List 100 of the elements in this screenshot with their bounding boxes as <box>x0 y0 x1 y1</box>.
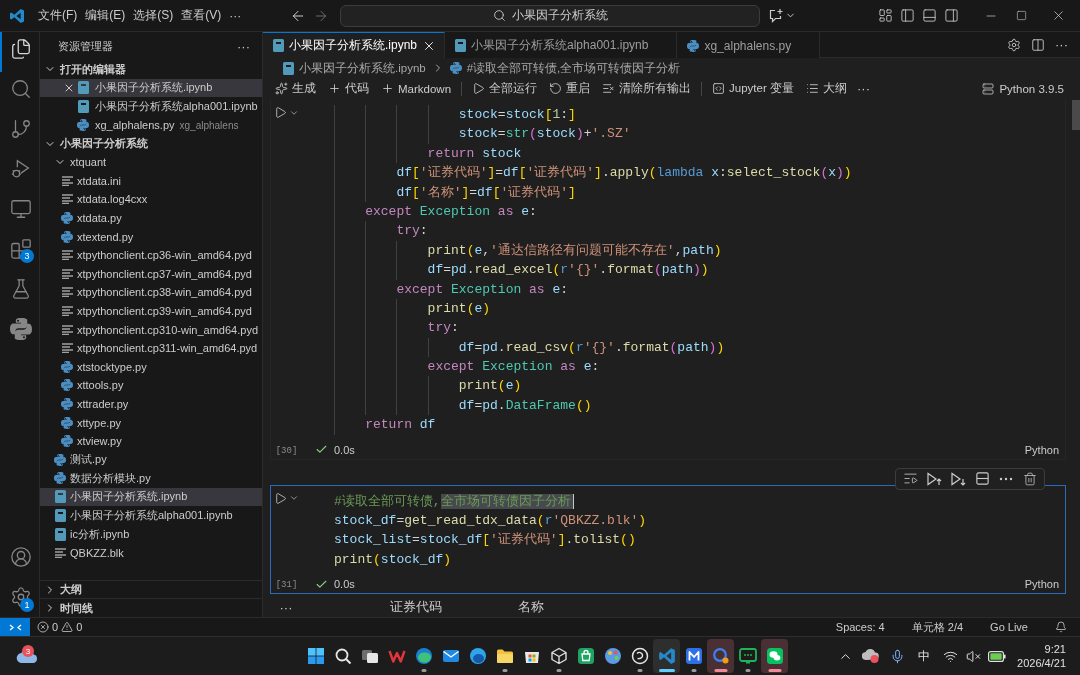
notebook-file-icon <box>77 81 89 95</box>
notebook-file-icon <box>54 527 66 541</box>
more-actions-button[interactable]: ··· <box>853 81 874 96</box>
toolbar-button[interactable]: 清除所有输出 <box>596 78 698 99</box>
toolbar-button[interactable]: Jupyter 变量 <box>706 78 800 99</box>
panel-bottom-icon[interactable] <box>921 8 937 23</box>
file-item[interactable]: xttype.py <box>40 413 262 432</box>
section-header[interactable]: 打开的编辑器 <box>40 60 262 79</box>
play-down-arrow-icon[interactable] <box>950 470 966 487</box>
open-editor-item[interactable]: 小果因子分析系统alpha001.ipynb <box>40 97 262 116</box>
more-icon[interactable] <box>999 476 1013 481</box>
file-item[interactable]: xtdata.py <box>40 208 262 228</box>
menu-item[interactable]: 编辑(E) <box>81 4 130 27</box>
panel-left-icon[interactable] <box>899 8 915 23</box>
folder-item[interactable]: xtquant <box>40 152 262 172</box>
taskbar-app-button[interactable] <box>653 639 680 673</box>
menu-item[interactable]: 选择(S) <box>129 4 178 27</box>
file-item[interactable]: xtpythonclient.cp310-win_amd64.pyd <box>40 320 262 339</box>
toolbar-button[interactable]: 生成 <box>269 78 322 99</box>
search-field[interactable]: 小果因子分析系统 <box>340 4 760 27</box>
toolbar-button[interactable]: 代码 <box>322 78 375 99</box>
open-editor-item[interactable]: xg_alphalens.py xg_alphalens <box>40 115 262 135</box>
file-item[interactable]: xtpythonclient.cp38-win_amd64.pyd <box>40 283 262 302</box>
file-item[interactable]: xtdata.ini <box>40 171 262 191</box>
file-item[interactable]: xtstocktype.py <box>40 357 262 377</box>
scrollbar-thumb[interactable] <box>1072 100 1080 130</box>
clock-time[interactable]: 9:21 <box>1044 642 1066 656</box>
code-line: print(e) <box>334 376 1065 396</box>
activity-bar-item[interactable]: 3 <box>0 232 39 272</box>
panel-right-icon[interactable] <box>943 8 959 23</box>
status-item[interactable]: Go Live <box>990 621 1028 633</box>
cell-language[interactable]: Python <box>1024 443 1059 456</box>
file-item[interactable]: xtdata.log4cxx <box>40 190 262 209</box>
status-item[interactable]: Spaces: 4 <box>835 621 885 633</box>
kernel-picker[interactable]: Python 3.9.5 <box>976 81 1070 96</box>
status-item[interactable]: 单元格 2/4 <box>911 619 964 635</box>
text-file-icon <box>61 306 73 316</box>
settings-icon[interactable] <box>1007 37 1021 52</box>
battery-icon[interactable] <box>988 650 1006 662</box>
toolbar-button[interactable]: 重启 <box>543 78 597 99</box>
file-item[interactable]: ic分析.ipynb <box>40 524 262 544</box>
cell-language[interactable]: Python <box>1024 578 1059 591</box>
wifi-icon[interactable] <box>942 648 958 664</box>
split-editor-icon[interactable] <box>1031 37 1045 52</box>
speaker-muted-icon[interactable] <box>965 648 981 664</box>
toolbar-button[interactable]: 全部运行 <box>466 78 544 99</box>
play-icon[interactable] <box>274 106 287 119</box>
activity-bar-item[interactable]: 1 <box>0 577 39 617</box>
section-header[interactable]: 大纲 <box>40 579 262 599</box>
error-icon[interactable] <box>37 621 49 633</box>
output-more-button[interactable]: ··· <box>275 599 297 615</box>
plus-icon <box>381 82 394 95</box>
play-icon[interactable] <box>274 491 287 505</box>
file-item[interactable]: xttools.py <box>40 376 262 395</box>
section-header[interactable]: 小果因子分析系统 <box>40 134 262 153</box>
more-actions-button[interactable]: ··· <box>233 38 254 54</box>
file-item[interactable]: xtview.py <box>40 431 262 451</box>
microphone-icon[interactable] <box>889 648 905 664</box>
warning-count[interactable]: 0 <box>76 621 83 633</box>
chat-plus-icon[interactable] <box>768 7 784 24</box>
editor-tab[interactable]: 小果因子分析系统.ipynb <box>263 32 446 58</box>
breadcrumb-item[interactable]: #读取全部可转债,全市场可转债因子分析 <box>447 60 683 76</box>
warning-icon[interactable] <box>61 621 74 633</box>
input-method-indicator[interactable]: 中 <box>918 647 930 665</box>
file-item[interactable]: 测试.py <box>40 450 262 470</box>
file-item[interactable]: 数据分析模块.py <box>40 469 262 488</box>
file-item[interactable]: xttrader.py <box>40 394 262 414</box>
play-up-arrow-icon[interactable] <box>926 470 942 487</box>
maximize-icon[interactable] <box>1015 10 1027 21</box>
layout-icon[interactable] <box>877 8 893 23</box>
toolbar-button[interactable]: 大纲 <box>800 78 853 99</box>
more-menu-button[interactable]: ··· <box>225 4 246 27</box>
clock-date[interactable]: 2026/4/21 <box>1017 656 1066 670</box>
menu-item[interactable]: 查看(V) <box>177 4 226 27</box>
toolbar-button[interactable]: Markdown <box>375 78 458 99</box>
file-item[interactable]: xtpythonclient.cp37-win_amd64.pyd <box>40 264 262 284</box>
file-item[interactable]: QBKZZ.blk <box>40 543 262 563</box>
bell-icon[interactable] <box>1055 621 1067 633</box>
menu-item[interactable]: 文件(F) <box>34 4 82 27</box>
file-item[interactable]: xtpythonclient.cp36-win_amd64.pyd <box>40 245 262 265</box>
trash-icon[interactable] <box>1023 471 1037 486</box>
taskbar-app-button[interactable] <box>761 639 788 673</box>
file-item[interactable]: 小果因子分析系统.ipynb <box>40 487 262 507</box>
list-play-icon[interactable] <box>902 471 918 487</box>
taskbar-app-button[interactable] <box>707 639 734 673</box>
file-item[interactable]: xtextend.py <box>40 227 262 246</box>
file-item[interactable]: 小果因子分析系统alpha001.ipynb <box>40 506 262 525</box>
file-item[interactable]: xtpythonclient.cp311-win_amd64.pyd <box>40 338 262 358</box>
editor-tab[interactable]: 小果因子分析系统alpha001.ipynb <box>445 32 678 58</box>
files-icon <box>9 38 32 60</box>
split-square-icon[interactable] <box>974 471 990 487</box>
file-item[interactable]: xtpythonclient.cp39-win_amd64.pyd <box>40 301 262 321</box>
breadcrumb-item[interactable]: 小果因子分析系统.ipynb <box>281 60 428 76</box>
cloud-alert-icon[interactable] <box>862 648 880 664</box>
error-count[interactable]: 0 <box>52 621 59 633</box>
remote-button[interactable] <box>0 618 30 636</box>
open-editor-item[interactable]: 小果因子分析系统.ipynb <box>40 78 262 98</box>
editor-tab[interactable]: xg_alphalens.py <box>677 32 821 58</box>
python-file-icon <box>54 472 66 485</box>
more-actions-button[interactable]: ··· <box>1051 37 1072 52</box>
